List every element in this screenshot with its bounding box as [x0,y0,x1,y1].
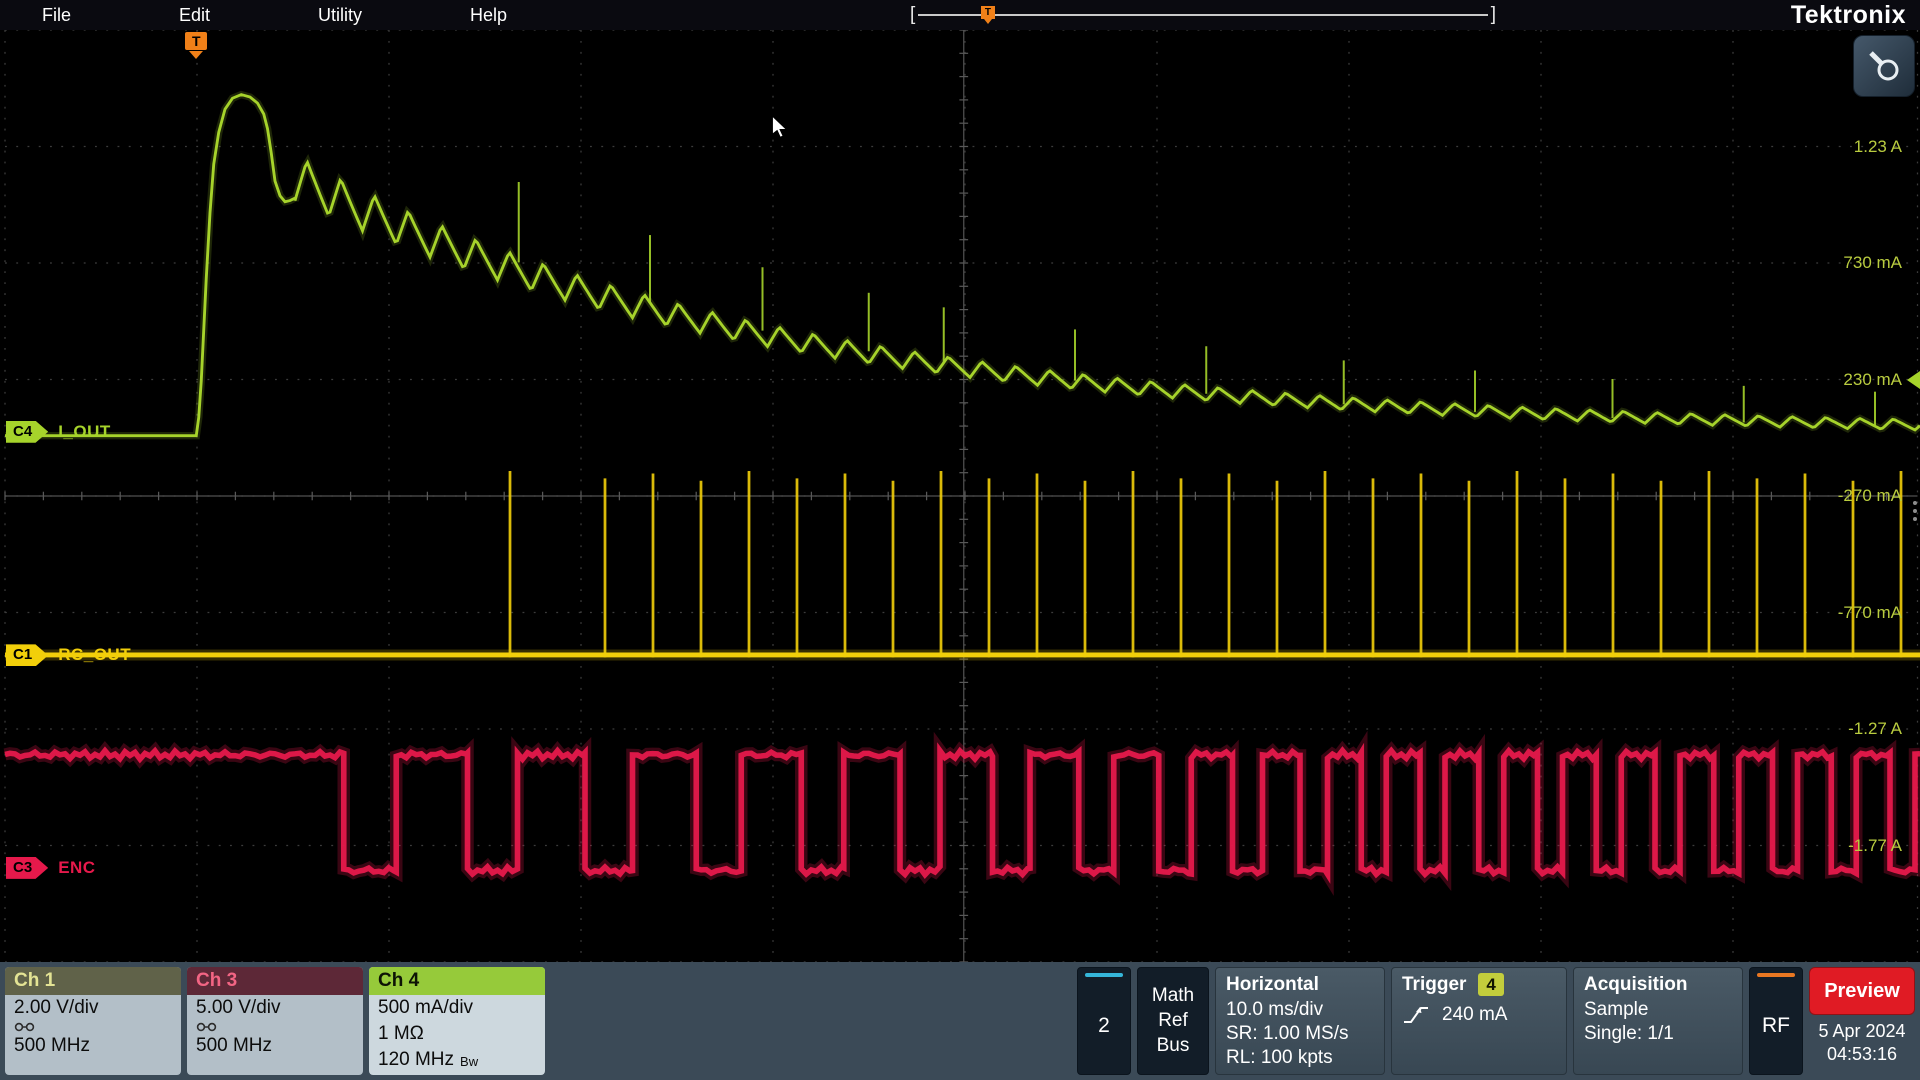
ch1-settings-badge[interactable]: Ch 1 2.00 V/div 500 MHz [5,967,181,1075]
acquisition-title: Acquisition [1584,971,1732,998]
rf-label: RF [1762,977,1790,1074]
math-ref-bus-button[interactable]: Math Ref Bus [1137,967,1209,1075]
horizontal-scale: 10.0 ms/div [1226,998,1374,1022]
record-trigger-marker[interactable]: T [981,6,995,19]
trigger-t-icon: T [185,32,207,50]
ch3-name: Ch 3 [187,967,363,995]
ref-label: Ref [1138,1010,1208,1032]
ch1-name: Ch 1 [5,967,181,995]
statusbar-spacer [551,967,1071,1075]
menu-file[interactable]: File [42,5,71,26]
c3-signal-name: ENC [58,858,95,878]
menu-bar: File Edit Utility Help [ T ] Tektronix [0,0,1920,30]
menu-edit[interactable]: Edit [179,5,210,26]
scale-label: -1.27 A [1848,719,1902,739]
c1-tag: C1 [6,644,48,666]
rising-edge-icon [1402,1004,1430,1026]
trigger-arrow-icon [189,51,203,59]
ch4-level-marker[interactable] [1907,371,1920,389]
record-line: T [918,14,1487,16]
probe-icon [187,1021,363,1033]
rf-button[interactable]: RF [1749,967,1803,1075]
horizontal-badge[interactable]: Horizontal 10.0 ms/div SR: 1.00 MS/s RL:… [1215,967,1385,1075]
scale-label: 230 mA [1843,370,1902,390]
date-label: 5 Apr 2024 [1809,1020,1915,1043]
acquisition-single: Single: 1/1 [1584,1022,1732,1046]
preview-column: Preview 5 Apr 2024 04:53:16 [1809,967,1915,1075]
ch4-name: Ch 4 [369,967,545,995]
trigger-level: 240 mA [1442,1004,1507,1026]
ch3-settings-badge[interactable]: Ch 3 5.00 V/div 500 MHz [187,967,363,1075]
c4-signal-name: I_OUT [58,422,111,442]
zoom-2-button[interactable]: 2 [1077,967,1131,1075]
zoom-2-label: 2 [1098,977,1110,1074]
trigger-position-flag[interactable]: T [185,32,207,59]
c4-tag: C4 [6,421,48,443]
channel-badge-c4[interactable]: C4 I_OUT [6,421,111,443]
menu: File Edit Utility Help [0,5,507,26]
trigger-source-badge: 4 [1478,973,1503,996]
status-bar: Ch 1 2.00 V/div 500 MHz Ch 3 5.00 V/div … [0,962,1920,1080]
magnifier-icon [1866,48,1902,84]
horizontal-title: Horizontal [1226,971,1374,998]
c3-tag: C3 [6,857,48,879]
scale-label: -1.77 A [1848,836,1902,856]
sample-rate: SR: 1.00 MS/s [1226,1022,1374,1046]
ch4-bandwidth: 120 MHzBw [369,1047,545,1073]
waveform-canvas [0,30,1920,962]
zoom-tool-button[interactable] [1853,35,1915,97]
menu-utility[interactable]: Utility [318,5,362,26]
trigger-badge[interactable]: Trigger 4 240 mA [1391,967,1567,1075]
record-right-bracket: ] [1491,1,1496,29]
ch3-bandwidth: 500 MHz [187,1033,363,1059]
math-label: Math [1138,985,1208,1007]
record-length: RL: 100 kpts [1226,1046,1374,1070]
ch3-scale: 5.00 V/div [187,995,363,1021]
ch1-bandwidth: 500 MHz [5,1033,181,1059]
tektronix-logo: Tektronix [1791,0,1906,30]
ch4-impedance: 1 MΩ [369,1021,545,1047]
waveform-display[interactable]: T 1.23 A 730 mA 230 mA -270 mA -770 mA -… [0,30,1920,962]
time-label: 04:53:16 [1809,1043,1915,1066]
record-left-bracket: [ [910,1,915,29]
scale-label: -770 mA [1838,603,1902,623]
probe-icon [5,1021,181,1033]
acquisition-badge[interactable]: Acquisition Sample Single: 1/1 [1573,967,1743,1075]
acquisition-mode: Sample [1584,998,1732,1022]
channel-badge-c1[interactable]: C1 RC_OUT [6,644,131,666]
ch1-scale: 2.00 V/div [5,995,181,1021]
channel-badge-c3[interactable]: C3 ENC [6,857,96,879]
right-edge-handle[interactable] [1913,501,1917,521]
record-position-bar[interactable]: [ T ] [910,0,1496,30]
ch4-scale: 500 mA/div [369,995,545,1021]
scale-label: -270 mA [1838,486,1902,506]
trigger-title: Trigger [1402,971,1466,998]
bus-label: Bus [1138,1035,1208,1057]
mouse-cursor [772,116,789,144]
scale-label: 1.23 A [1854,137,1902,157]
preview-button[interactable]: Preview [1809,967,1915,1015]
c1-signal-name: RC_OUT [58,645,131,665]
menu-help[interactable]: Help [470,5,507,26]
ch4-settings-badge[interactable]: Ch 4 500 mA/div 1 MΩ 120 MHzBw [369,967,545,1075]
oscilloscope-screen: File Edit Utility Help [ T ] Tektronix T [0,0,1920,1080]
scale-label: 730 mA [1843,253,1902,273]
